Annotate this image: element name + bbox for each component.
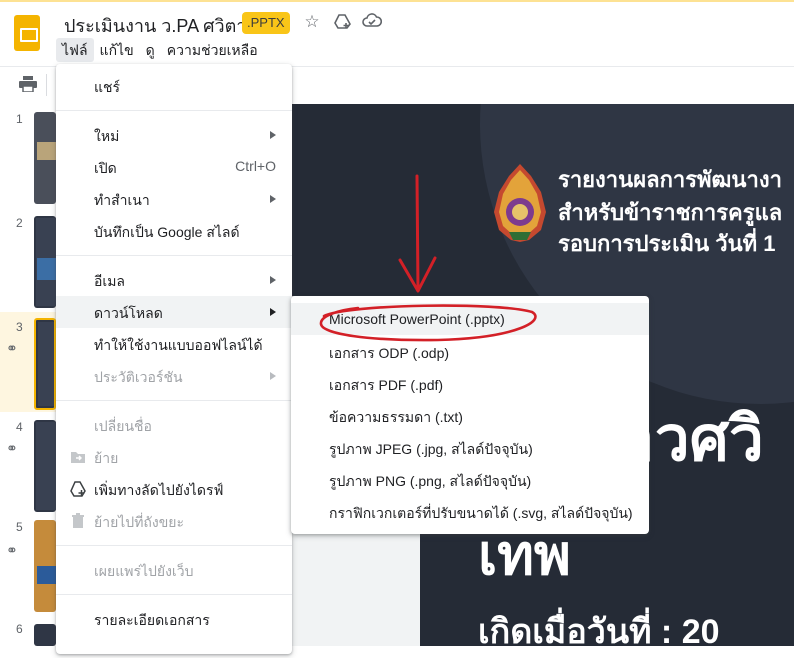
slide-number: 4 bbox=[16, 420, 23, 434]
menu-item-label: เผยแพร่ไปยังเว็บ bbox=[94, 563, 194, 579]
star-icon[interactable]: ☆ bbox=[302, 12, 322, 32]
print-icon[interactable] bbox=[19, 76, 37, 93]
menu-item-label: อีเมล bbox=[94, 273, 126, 289]
menu-item-label: รายละเอียดเอกสาร bbox=[94, 612, 210, 628]
download-pdf[interactable]: เอกสาร PDF (.pdf) bbox=[291, 367, 649, 399]
file-type-badge: .PPTX bbox=[242, 12, 290, 34]
slide-thumbnail-row-selected[interactable]: 3 ⚭ bbox=[0, 312, 56, 412]
submenu-item-label: ข้อความธรรมดา (.txt) bbox=[329, 409, 463, 425]
link-icon: ⚭ bbox=[6, 340, 18, 356]
menu-help[interactable]: ความช่วยเหลือ bbox=[161, 38, 264, 62]
menu-item-add-shortcut[interactable]: เพิ่มทางลัดไปยังไดรฟ์ bbox=[56, 473, 292, 505]
submenu-arrow-icon bbox=[270, 131, 276, 139]
slide-number: 2 bbox=[16, 216, 23, 230]
move-folder-icon bbox=[71, 452, 85, 463]
slide-heading-line-2: สำหรับข้าราชการครูแล bbox=[558, 200, 783, 225]
submenu-item-label: รูปภาพ JPEG (.jpg, สไลด์ปัจจุบัน) bbox=[329, 441, 533, 457]
menu-item-trash[interactable]: ย้ายไปที่ถังขยะ bbox=[56, 505, 292, 537]
menu-item-label: ใหม่ bbox=[94, 128, 120, 144]
menu-divider bbox=[56, 110, 292, 111]
menu-item-save-as-slides[interactable]: บันทึกเป็น Google สไลด์ bbox=[56, 215, 292, 247]
submenu-arrow-icon bbox=[270, 195, 276, 203]
red-ellipse-annotation bbox=[319, 304, 537, 342]
slide-thumbnail-row[interactable]: 2 bbox=[0, 208, 56, 312]
menu-item-label: ย้ายไปที่ถังขยะ bbox=[94, 514, 185, 530]
menu-item-open[interactable]: เปิด Ctrl+O bbox=[56, 151, 292, 183]
slide-thumbnail[interactable] bbox=[34, 112, 56, 204]
slide-filmstrip: 1 2 3 ⚭ 4 ⚭ 5 ⚭ 6 bbox=[0, 104, 56, 646]
slide-thumbnail[interactable] bbox=[34, 624, 56, 646]
submenu-arrow-icon bbox=[270, 372, 276, 380]
slide-number: 6 bbox=[16, 622, 23, 636]
menu-item-label: ทำให้ใช้งานแบบออฟไลน์ได้ bbox=[94, 337, 263, 353]
slide-thumbnail-row[interactable]: 5 ⚭ bbox=[0, 518, 56, 622]
download-png[interactable]: รูปภาพ PNG (.png, สไลด์ปัจจุบัน) bbox=[291, 463, 649, 495]
trash-icon bbox=[72, 513, 84, 528]
submenu-item-label: เอกสาร PDF (.pdf) bbox=[329, 377, 444, 393]
submenu-arrow-icon bbox=[270, 276, 276, 284]
slide-thumbnail-row[interactable]: 4 ⚭ bbox=[0, 414, 56, 518]
menu-file[interactable]: ไฟล์ bbox=[56, 38, 94, 62]
menu-item-move[interactable]: ย้าย bbox=[56, 441, 292, 473]
submenu-item-label: รูปภาพ PNG (.png, สไลด์ปัจจุบัน) bbox=[329, 473, 532, 489]
menu-item-label: ย้าย bbox=[94, 450, 119, 466]
menu-divider bbox=[56, 545, 292, 546]
menu-item-make-offline[interactable]: ทำให้ใช้งานแบบออฟไลน์ได้ bbox=[56, 328, 292, 360]
document-title[interactable]: ประเมินงาน ว.PA ศวิตา bbox=[64, 11, 246, 40]
menu-divider bbox=[56, 400, 292, 401]
slide-thumbnail[interactable] bbox=[34, 216, 56, 308]
submenu-arrow-icon bbox=[270, 308, 276, 316]
slide-thumbnail[interactable] bbox=[34, 318, 56, 410]
menu-item-shortcut: Ctrl+O bbox=[235, 158, 276, 174]
add-to-drive-icon[interactable] bbox=[333, 12, 353, 32]
file-menu: แชร์ ใหม่ เปิด Ctrl+O ทำสำเนา บันทึกเป็น … bbox=[56, 64, 292, 654]
menu-divider bbox=[56, 594, 292, 595]
link-icon: ⚭ bbox=[6, 440, 18, 456]
slide-thumbnail-row[interactable]: 1 bbox=[0, 104, 56, 208]
menu-item-label: ทำสำเนา bbox=[94, 192, 150, 208]
download-svg[interactable]: กราฟิกเวกเตอร์ที่ปรับขนาดได้ (.svg, สไลด… bbox=[291, 495, 649, 527]
link-icon: ⚭ bbox=[6, 542, 18, 558]
school-seal-logo bbox=[494, 164, 546, 242]
menu-item-share[interactable]: แชร์ bbox=[56, 70, 292, 102]
menu-item-label: ดาวน์โหลด bbox=[94, 305, 163, 321]
menu-item-email[interactable]: อีเมล bbox=[56, 264, 292, 296]
menu-item-label: บันทึกเป็น Google สไลด์ bbox=[94, 224, 240, 240]
menu-divider bbox=[56, 255, 292, 256]
menu-item-label: เปิด bbox=[94, 160, 117, 176]
slide-heading-line-3: รอบการประเมิน วันที่ 1 bbox=[558, 231, 776, 256]
slide-number: 1 bbox=[16, 112, 23, 126]
slide-thumbnail[interactable] bbox=[34, 520, 56, 612]
download-txt[interactable]: ข้อความธรรมดา (.txt) bbox=[291, 399, 649, 431]
menu-bar: ไฟล์ แก้ไข ดู ความช่วยเหลือ bbox=[56, 38, 264, 62]
slide-heading-line-1: รายงานผลการพัฒนางา bbox=[558, 167, 782, 192]
menu-view[interactable]: ดู bbox=[140, 38, 161, 62]
slide-number: 3 bbox=[16, 320, 23, 334]
red-arrow-annotation bbox=[398, 174, 437, 293]
menu-item-publish-web[interactable]: เผยแพร่ไปยังเว็บ bbox=[56, 554, 292, 586]
slides-logo-icon[interactable] bbox=[14, 15, 40, 51]
slide-number: 5 bbox=[16, 520, 23, 534]
slide-thumbnail[interactable] bbox=[34, 420, 56, 512]
menu-item-download[interactable]: ดาวน์โหลด bbox=[56, 296, 292, 328]
submenu-item-label: กราฟิกเวกเตอร์ที่ปรับขนาดได้ (.svg, สไลด… bbox=[329, 505, 633, 521]
toolbar-separator bbox=[46, 74, 47, 96]
menu-item-rename[interactable]: เปลี่ยนชื่อ bbox=[56, 409, 292, 441]
menu-item-new[interactable]: ใหม่ bbox=[56, 119, 292, 151]
menu-item-label: แชร์ bbox=[94, 79, 121, 95]
menu-edit[interactable]: แก้ไข bbox=[94, 38, 140, 62]
slide-birth-date: เกิดเมื่อวันที่ : 20 bbox=[478, 613, 720, 651]
menu-item-label: เพิ่มทางลัดไปยังไดรฟ์ bbox=[94, 482, 224, 498]
cloud-status-icon[interactable] bbox=[362, 12, 383, 32]
top-accent-line bbox=[0, 0, 794, 2]
menu-item-document-details[interactable]: รายละเอียดเอกสาร bbox=[56, 603, 292, 635]
menu-item-label: เปลี่ยนชื่อ bbox=[94, 418, 152, 434]
menu-item-label: ประวัติเวอร์ชัน bbox=[94, 369, 183, 385]
slide-thumbnail-row[interactable]: 6 bbox=[0, 620, 56, 646]
download-jpeg[interactable]: รูปภาพ JPEG (.jpg, สไลด์ปัจจุบัน) bbox=[291, 431, 649, 463]
menu-item-make-copy[interactable]: ทำสำเนา bbox=[56, 183, 292, 215]
add-shortcut-drive-icon bbox=[70, 481, 86, 497]
submenu-item-label: เอกสาร ODP (.odp) bbox=[329, 345, 450, 361]
menu-item-version-history[interactable]: ประวัติเวอร์ชัน bbox=[56, 360, 292, 392]
